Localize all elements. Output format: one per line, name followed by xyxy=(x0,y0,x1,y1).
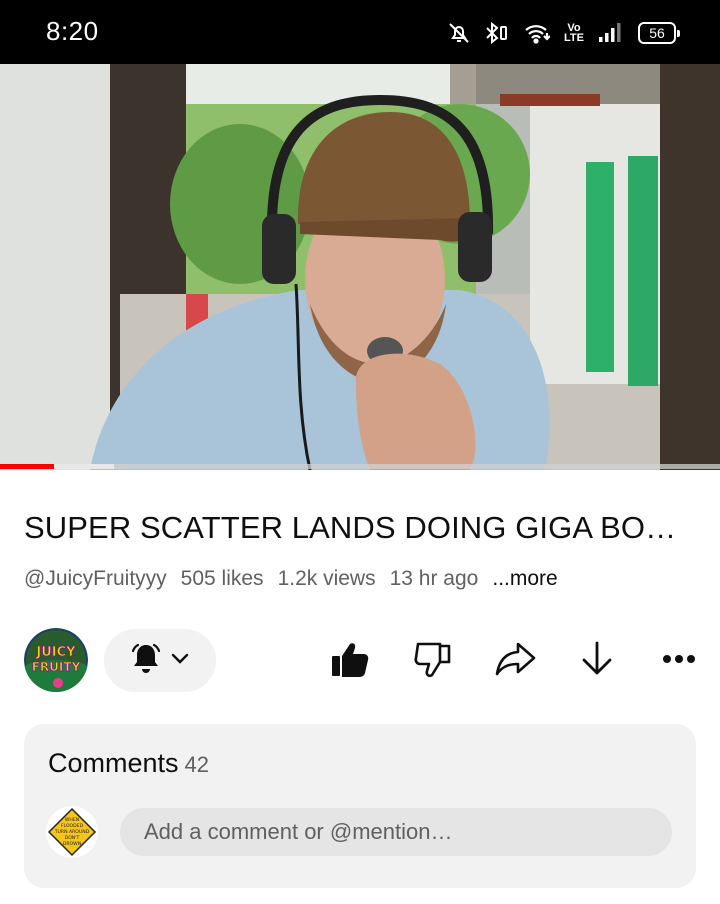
sign-line-3: TURN AROUND xyxy=(54,829,90,835)
like-count: 505 likes xyxy=(180,567,264,590)
video-meta: @JuicyFruityyy 505 likes 1.2k views 13 h… xyxy=(24,567,704,591)
chevron-down-icon xyxy=(169,647,191,674)
volte-icon: Vo LTE xyxy=(564,22,584,44)
avatar-text-2: FRUITY xyxy=(32,660,81,674)
status-bar: 8:20 Vo LTE 56 xyxy=(0,0,720,64)
video-title[interactable]: SUPER SCATTER LANDS DOING GIGA BONUS BUY xyxy=(24,510,696,546)
upload-age: 13 hr ago xyxy=(389,567,479,590)
like-icon xyxy=(328,638,370,685)
share-button[interactable] xyxy=(492,638,538,684)
status-time: 8:20 xyxy=(46,16,99,46)
more-icon xyxy=(658,638,700,685)
channel-handle[interactable]: @JuicyFruityyy xyxy=(24,567,167,591)
comments-count: 42 xyxy=(184,752,210,777)
sign-line-4: DON'T xyxy=(65,835,80,841)
wifi-icon xyxy=(524,21,551,45)
download-button[interactable] xyxy=(574,638,620,684)
video-frame xyxy=(0,64,720,470)
user-avatar[interactable]: WHEN FLOODED TURN AROUND DON'T DROWN xyxy=(46,806,98,858)
comments-header: Comments 42 xyxy=(48,748,209,779)
download-icon xyxy=(576,638,618,685)
share-icon xyxy=(494,638,536,685)
notification-button[interactable] xyxy=(104,629,216,692)
battery-icon: 56 xyxy=(638,22,680,44)
video-player[interactable] xyxy=(0,64,720,470)
sign-line-5: DROWN xyxy=(63,841,81,847)
comment-input[interactable] xyxy=(120,808,672,856)
signal-icon xyxy=(598,22,624,44)
sign-line-1: WHEN xyxy=(65,817,79,823)
comments-card[interactable]: Comments 42 WHEN FLOODED TURN AROUND DON'… xyxy=(24,724,696,888)
bluetooth-icon xyxy=(484,21,510,45)
bell-off-icon xyxy=(448,21,470,45)
comments-label: Comments xyxy=(48,748,179,778)
view-count: 1.2k views xyxy=(277,567,376,590)
more-button[interactable] xyxy=(656,638,702,684)
bell-icon xyxy=(129,641,163,680)
video-progress-bar[interactable] xyxy=(0,464,720,469)
more-link[interactable]: ...more xyxy=(492,567,557,591)
sign-line-2: FLOODED xyxy=(61,823,84,829)
dislike-button[interactable] xyxy=(410,638,456,684)
channel-avatar[interactable]: JUICY FRUITY xyxy=(24,628,88,692)
dislike-icon xyxy=(412,638,454,685)
like-button[interactable] xyxy=(326,638,372,684)
progress-played xyxy=(0,464,54,469)
avatar-text-1: JUICY xyxy=(35,645,76,660)
status-icons: Vo LTE 56 xyxy=(448,18,680,48)
